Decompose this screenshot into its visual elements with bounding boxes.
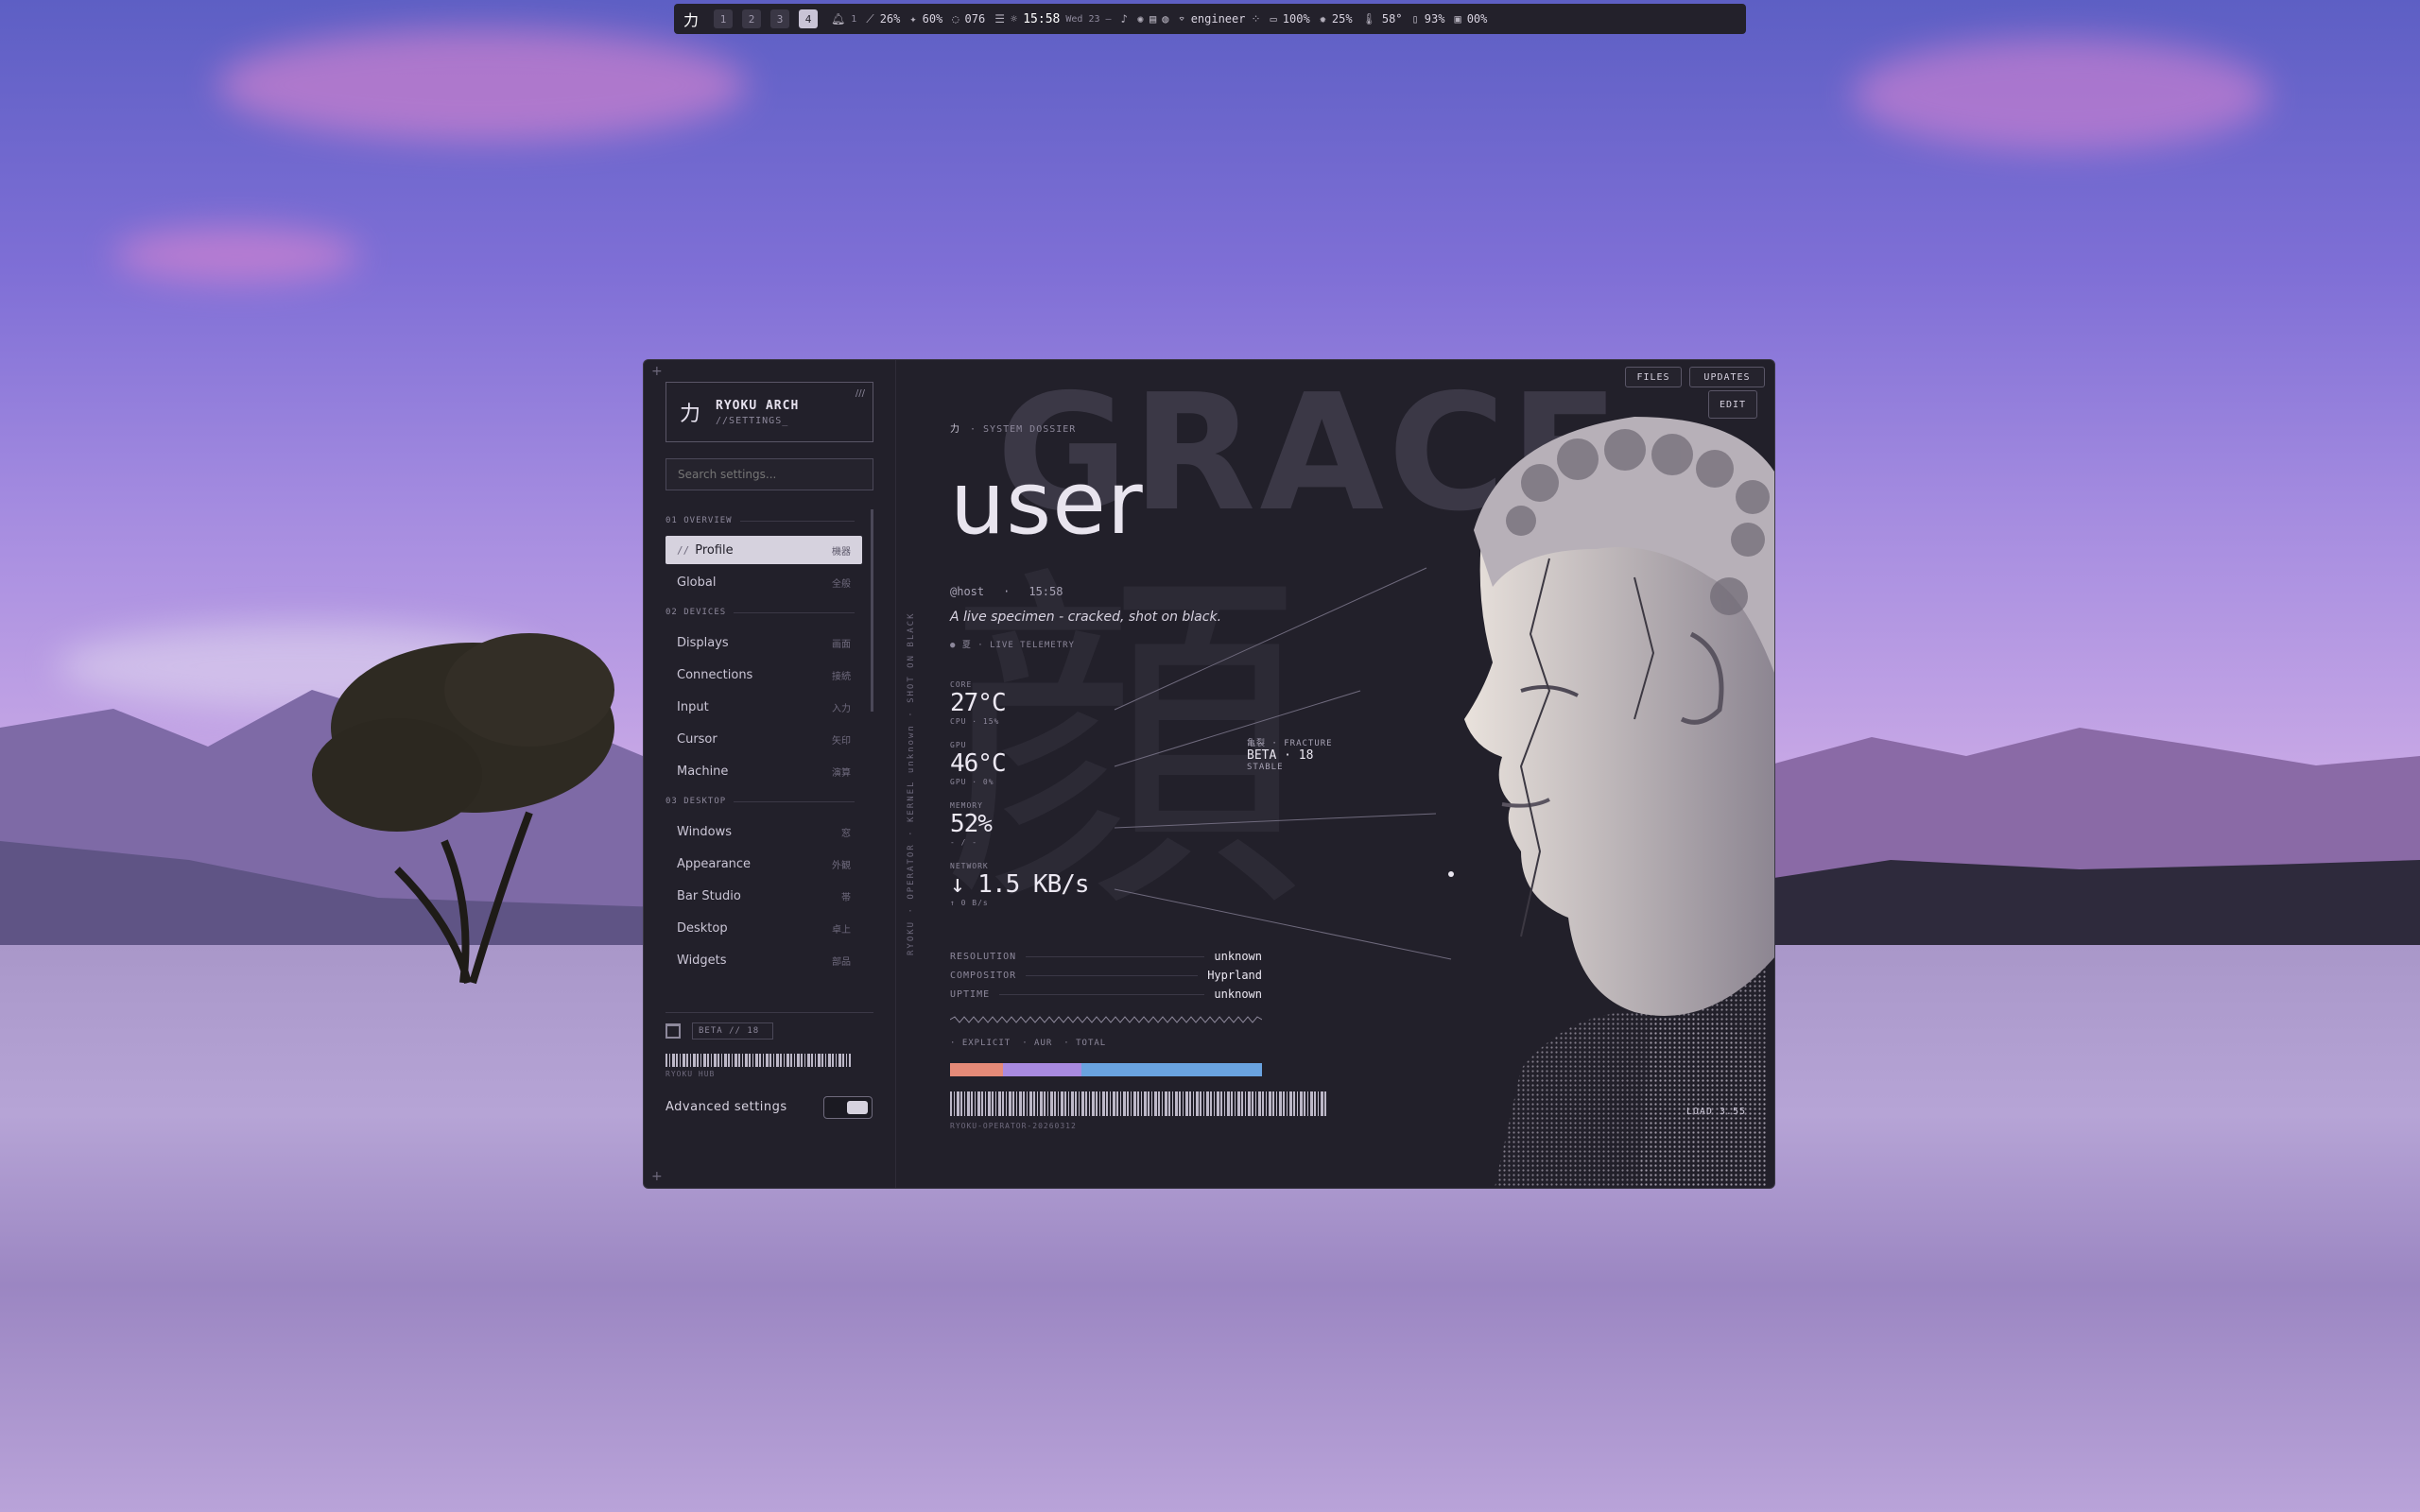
battery-icon: ▭: [1270, 12, 1277, 26]
dossier-label: 力 · SYSTEM DOSSIER: [950, 424, 1077, 435]
sun-indicator[interactable]: ✹ 25%: [1320, 12, 1353, 26]
footer-code: RYOKU-OPERATOR-20260312: [950, 1122, 1077, 1130]
profile-panel: GRACE 顔 RYOKU · OPERATOR · KERNEL unknow…: [897, 360, 1774, 1188]
files-button[interactable]: FILES: [1625, 367, 1682, 387]
brand-slashes: ///: [855, 388, 865, 399]
sidebar-item-profile[interactable]: //Profile 機器: [666, 536, 862, 564]
tray[interactable]: ✺ ▤ ◍: [1137, 12, 1169, 26]
sidebar-item-displays[interactable]: Displays 画面: [666, 628, 862, 657]
package-bar-total: [1080, 1063, 1262, 1076]
cpu-icon: ⟋: [866, 11, 874, 26]
brand-kanji: 力: [680, 403, 701, 426]
advanced-settings-toggle[interactable]: [823, 1096, 873, 1119]
beta-badge: BETA // 18: [692, 1022, 773, 1040]
load-average: LOAD 3.55: [1685, 1107, 1746, 1117]
brightness-icon: ✦: [909, 12, 917, 26]
settings-window: + + 力 RYOKU ARCH //SETTINGS_ /// 01 OVER…: [643, 359, 1775, 1189]
music-icon: ♪: [1120, 12, 1128, 26]
clipboard-icon: ▤: [1149, 12, 1157, 26]
tagline: A live specimen - cracked, shot on black…: [950, 610, 1222, 625]
sidebar-item-desktop[interactable]: Desktop 卓上: [666, 914, 862, 942]
network-icon: ⁘: [1251, 12, 1261, 26]
sidebar-barcode: [666, 1054, 851, 1067]
disk-indicator[interactable]: ▯ 93%: [1412, 12, 1445, 26]
globe-icon: ◍: [1162, 12, 1169, 26]
brand-title: RYOKU ARCH: [716, 398, 800, 413]
section-desktop: 03 DESKTOP: [666, 797, 855, 806]
package-bar-explicit: [950, 1063, 1004, 1076]
sun-icon: ✹: [1319, 12, 1326, 26]
uptime-row: UPTIME unknown: [950, 988, 1262, 1001]
clock[interactable]: ☰ ☼ 15:58 Wed 23—: [994, 12, 1111, 26]
memory-stat: MEMORY 52% - / -: [950, 801, 993, 847]
updates-button[interactable]: UPDATES: [1689, 367, 1765, 387]
launcher-logo[interactable]: 力: [683, 8, 699, 30]
advanced-settings-label: Advanced settings: [666, 1100, 787, 1114]
sidebar-item-widgets[interactable]: Widgets 部品: [666, 946, 862, 974]
temp-indicator[interactable]: 🌡︎ 58°: [1362, 12, 1403, 26]
gpu-stat: GPU 46°C GPU · 0%: [950, 741, 1007, 786]
cpu-indicator[interactable]: ⟋ 26%: [866, 12, 900, 26]
package-bar-aur: [1003, 1063, 1081, 1076]
wifi-indicator[interactable]: ⌔ engineer ⁘: [1178, 12, 1260, 26]
live-telemetry-label: ● 夏 · LIVE TELEMETRY: [950, 641, 1075, 650]
sidebar: 力 RYOKU ARCH //SETTINGS_ /// 01 OVERVIEW…: [644, 360, 896, 1188]
spinner-icon: ◌: [952, 12, 959, 26]
hub-label: RYOKU HUB: [666, 1070, 716, 1078]
workspace-1[interactable]: 1: [714, 9, 734, 28]
notifications[interactable]: 🔔︎ 1: [831, 12, 856, 26]
memory-indicator[interactable]: ▣ 00%: [1454, 12, 1487, 26]
host-line: @host · 15:58: [950, 585, 1063, 598]
resolution-row: RESOLUTION unknown: [950, 950, 1262, 963]
edit-button[interactable]: EDIT: [1708, 390, 1757, 419]
storage-indicator[interactable]: ◌ 076: [952, 12, 985, 26]
sidebar-item-cursor[interactable]: Cursor 矢印: [666, 725, 862, 753]
section-devices: 02 DEVICES: [666, 608, 855, 617]
battery-indicator[interactable]: ▭ 100%: [1270, 12, 1310, 26]
package-legend: · EXPLICIT · AUR · TOTAL: [950, 1039, 1107, 1048]
footer-barcode: [950, 1091, 1328, 1116]
sidebar-item-connections[interactable]: Connections 接続: [666, 661, 862, 689]
sidebar-scrollbar[interactable]: [871, 509, 873, 712]
media-indicator[interactable]: ♪: [1121, 12, 1128, 26]
username: user: [950, 453, 1144, 554]
sun-icon: ☼: [1010, 12, 1018, 26]
package-bar: [950, 1063, 1262, 1076]
brand-subtitle: //SETTINGS_: [716, 415, 789, 426]
wifi-icon: ⌔: [1178, 12, 1185, 26]
toggle-knob: [847, 1101, 868, 1114]
sidebar-item-input[interactable]: Input 入力: [666, 693, 862, 721]
sidebar-item-machine[interactable]: Machine 演算: [666, 757, 862, 785]
tree: [312, 633, 614, 985]
bell-icon: 🔔︎: [831, 12, 846, 26]
workspace-2[interactable]: 2: [742, 9, 762, 28]
fracture-annotation: 亀裂 · FRACTURE BETA · 18 STABLE: [1247, 739, 1333, 772]
sidebar-item-global[interactable]: Global 全般: [666, 568, 862, 596]
core-stat: CORE 27°C CPU · 15%: [950, 680, 1007, 726]
compositor-row: COMPOSITOR Hyprland: [950, 969, 1262, 982]
divider: [666, 1012, 873, 1013]
book-icon: [666, 1023, 681, 1039]
sidebar-item-windows[interactable]: Windows 窓: [666, 817, 862, 846]
memory-icon: ▣: [1454, 12, 1461, 26]
workspace-4[interactable]: 4: [799, 9, 819, 28]
workspace-3[interactable]: 3: [770, 9, 790, 28]
sidebar-item-bar-studio[interactable]: Bar Studio 帯: [666, 882, 862, 910]
list-icon: ☰: [994, 12, 1005, 26]
wave-divider: [950, 1016, 1262, 1023]
settings-icon: ✺: [1136, 12, 1144, 26]
network-stat: NETWORK ↓ 1.5 KB/s ↑ 0 B/s: [950, 862, 1090, 907]
search-input[interactable]: [666, 458, 873, 490]
top-status-bar: 力 1 2 3 4 🔔︎ 1 ⟋ 26% ✦ 60% ◌ 076 ☰ ☼ 15:58 Wed …: [674, 4, 1746, 34]
brightness-indicator[interactable]: ✦ 60%: [909, 12, 942, 26]
thermometer-icon: 🌡︎: [1361, 12, 1376, 26]
vertical-caption: RYOKU · OPERATOR · KERNEL unknown · SHOT…: [907, 611, 916, 955]
disk-icon: ▯: [1411, 12, 1419, 26]
brand-card: 力 RYOKU ARCH //SETTINGS_ ///: [666, 382, 873, 442]
sidebar-item-appearance[interactable]: Appearance 外観: [666, 850, 862, 878]
section-overview: 01 OVERVIEW: [666, 516, 855, 525]
